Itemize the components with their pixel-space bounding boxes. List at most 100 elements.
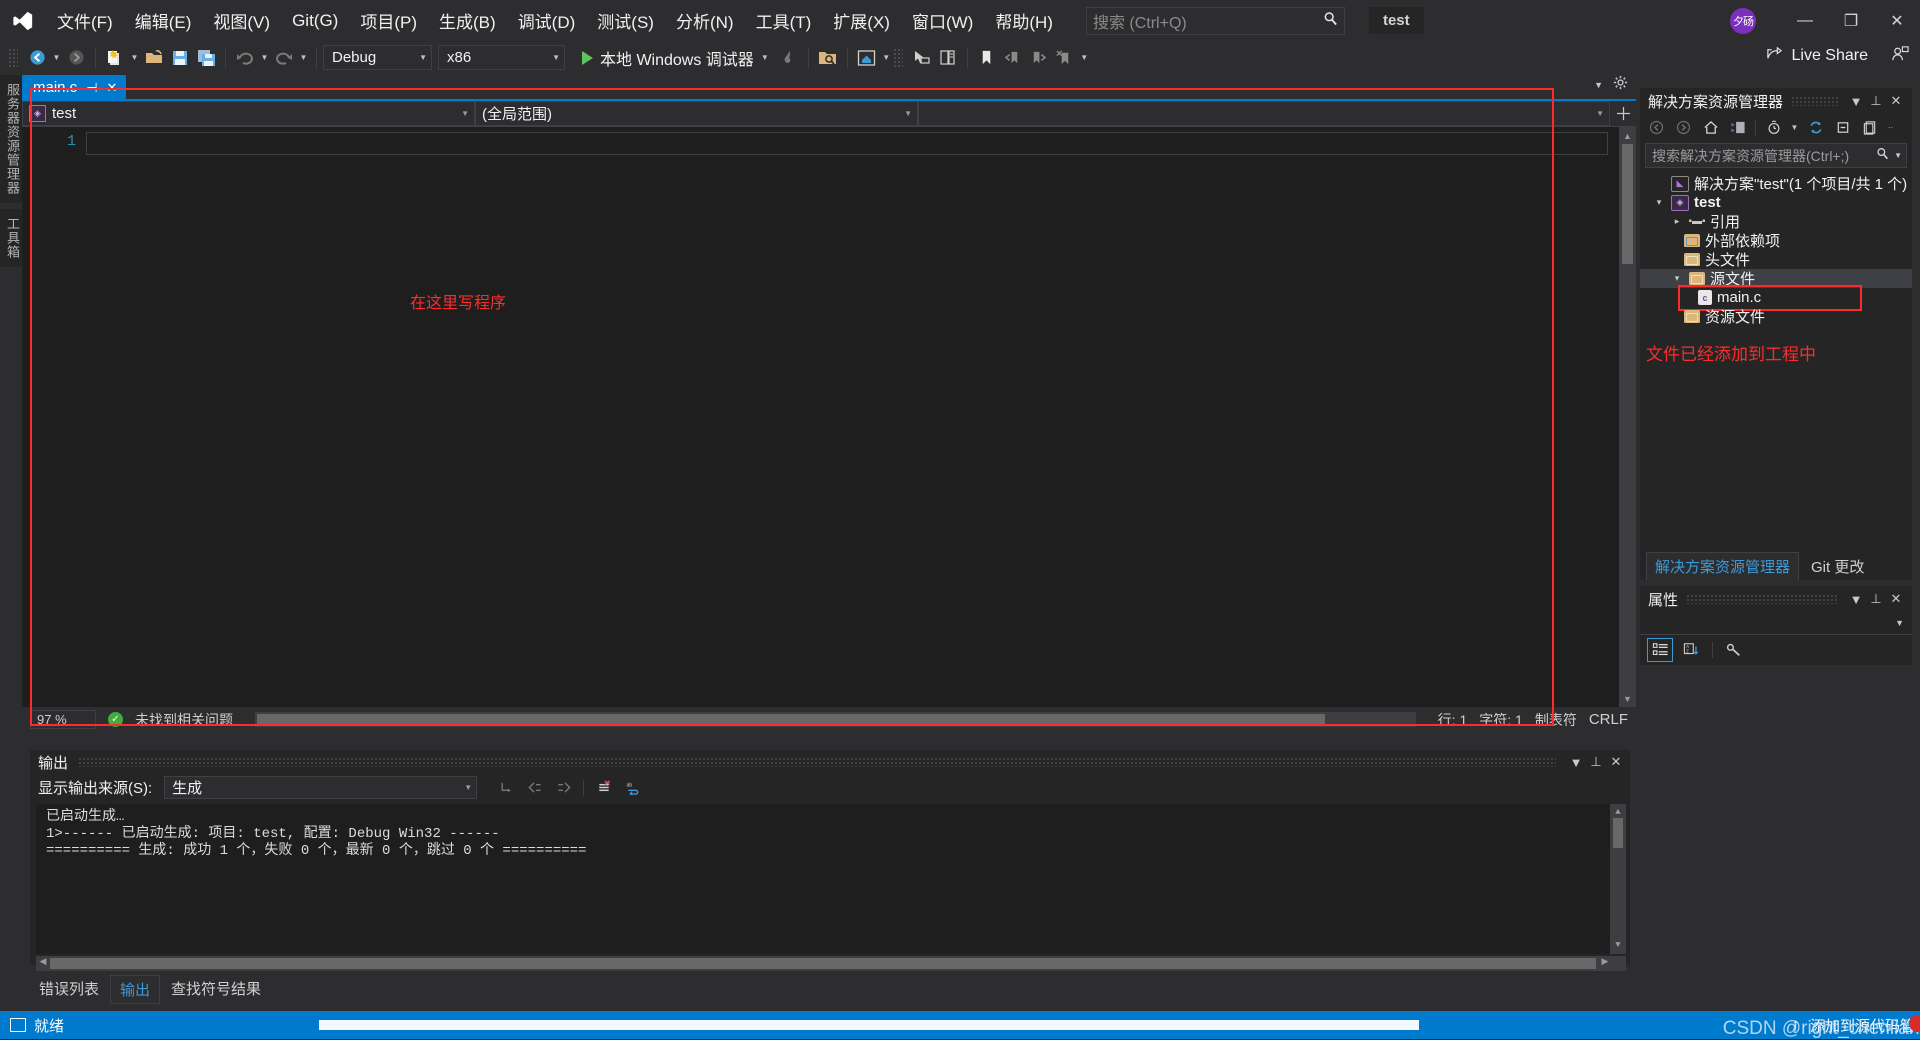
zoom-level[interactable]: 97 % [30,710,96,729]
new-file-dropdown-icon[interactable]: ▼ [128,45,141,71]
configuration-combo[interactable]: Debug ▼ [323,45,432,70]
avatar[interactable]: 夕砀 [1730,7,1756,34]
word-wrap-icon[interactable]: ab [620,776,645,799]
collapse-all-icon[interactable] [1830,116,1855,139]
tree-node-solution[interactable]: ◣ 解决方案"test"(1 个项目/共 1 个) [1640,174,1912,193]
code-text-area[interactable]: 在这里写程序 [86,127,1636,707]
close-icon[interactable]: ✕ [1886,591,1906,607]
switch-views-icon[interactable] [1725,116,1750,139]
search-folder-icon[interactable] [815,45,841,71]
minimize-button[interactable]: — [1782,4,1828,38]
pending-changes-dropdown-icon[interactable]: ▼ [1788,115,1801,141]
bottom-tab-find-symbol[interactable]: 查找符号结果 [162,975,270,1004]
twisty-icon[interactable]: ▸ [1670,216,1684,227]
scroll-right-arrow-icon[interactable]: ▶ [1598,956,1612,967]
tree-node-header-files[interactable]: 头文件 [1640,250,1912,269]
menu-test[interactable]: 测试(S) [586,3,665,38]
output-horizontal-scrollbar[interactable]: ◀ ▶ [36,956,1626,971]
panel-drag-dots[interactable] [1686,594,1838,604]
scroll-up-arrow-icon[interactable]: ▲ [1610,804,1626,818]
tree-node-external-deps[interactable]: 外部依赖项 [1640,231,1912,250]
editor-hscroll-thumb[interactable] [257,714,1325,725]
panel-menu-icon[interactable]: ▼ [1846,592,1866,607]
menu-view[interactable]: 视图(V) [202,3,281,38]
pin-icon[interactable]: ⊥ [1866,93,1886,109]
maximize-button[interactable]: ❐ [1828,4,1874,38]
tree-node-project[interactable]: ▾ ◈ test [1640,193,1912,212]
dock-tab-git-changes[interactable]: Git 更改 [1803,553,1872,580]
properties-icon[interactable] [1857,116,1882,139]
split-window-icon[interactable] [1610,101,1636,126]
menu-tools[interactable]: 工具(T) [745,3,823,38]
menu-file[interactable]: 文件(F) [46,3,124,38]
navigate-forward-icon[interactable] [63,45,89,71]
close-button[interactable]: ✕ [1874,4,1920,38]
close-icon[interactable]: ✕ [107,80,118,96]
menu-build[interactable]: 生成(B) [428,3,507,38]
search-input[interactable]: 搜索 (Ctrl+Q) [1085,6,1345,35]
menu-analyze[interactable]: 分析(N) [665,3,745,38]
navigate-back-icon[interactable] [24,45,50,71]
live-share-label[interactable]: Live Share [1792,47,1869,65]
home-icon[interactable] [1698,116,1723,139]
bottom-tab-output[interactable]: 输出 [110,975,161,1004]
property-pages-icon[interactable] [1722,639,1746,661]
navigate-back-dropdown-icon[interactable]: ▼ [50,45,63,71]
tree-node-references[interactable]: ▸ ▪▬▪ 引用 [1640,212,1912,231]
platform-combo[interactable]: x86 ▼ [438,45,565,70]
solution-explorer-search-input[interactable]: 搜索解决方案资源管理器(Ctrl+;) ▼ [1645,143,1907,168]
close-icon[interactable]: ✕ [1606,754,1626,770]
scroll-left-arrow-icon[interactable]: ◀ [36,956,50,967]
se-search-dropdown-icon[interactable]: ▼ [1889,151,1902,160]
menu-debug[interactable]: 调试(D) [507,3,587,38]
clear-all-icon[interactable] [591,776,616,799]
status-source-control[interactable]: ↑ 添加到源代码管理 CSDN @right_chenliang [1723,1014,1920,1039]
code-editing-area[interactable]: 1 在这里写程序 ▲ ▼ [22,127,1636,707]
twisty-icon[interactable]: ▾ [1652,197,1666,208]
toolbar-grip-2[interactable] [892,47,903,68]
output-scroll-thumb[interactable] [1613,818,1623,848]
scroll-down-arrow-icon[interactable]: ▼ [1619,690,1636,707]
toolbar-overflow-icon[interactable]: ▼ [1078,45,1091,71]
editor-horizontal-scrollbar[interactable] [255,712,1416,727]
pin-icon[interactable]: ⊥ [1866,591,1886,607]
bottom-tab-error-list[interactable]: 错误列表 [30,975,108,1004]
solution-home-dropdown-icon[interactable]: ▼ [880,45,893,71]
solution-home-icon[interactable] [854,45,880,71]
close-icon[interactable]: ✕ [1886,93,1906,109]
panel-drag-dots[interactable] [78,757,1556,767]
tree-node-resource-files[interactable]: 资源文件 [1640,307,1912,326]
pin-icon[interactable]: ⊥ [1586,754,1606,770]
menu-help[interactable]: 帮助(H) [984,3,1064,38]
menu-extensions[interactable]: 扩展(X) [822,3,901,38]
menu-git[interactable]: Git(G) [281,6,349,36]
editor-scroll-thumb[interactable] [1622,144,1633,264]
pending-changes-icon[interactable] [1761,116,1786,139]
pin-icon[interactable]: ⊣ [86,80,97,96]
output-vertical-scrollbar[interactable]: ▲ ▼ [1610,804,1626,954]
output-hscroll-thumb[interactable] [50,958,1596,969]
save-all-icon[interactable] [193,45,219,71]
menu-project[interactable]: 项目(P) [349,3,428,38]
scroll-down-arrow-icon[interactable]: ▼ [1610,937,1626,954]
output-text[interactable]: 已启动生成… 1>------ 已启动生成: 项目: test, 配置: Deb… [36,804,1626,954]
new-file-icon[interactable] [102,45,128,71]
nav-project-combo[interactable]: ◈ test ▼ [22,101,475,126]
nav-scope-combo[interactable]: (全局范围) ▼ [475,101,918,126]
output-source-combo[interactable]: 生成 ▼ [164,776,478,799]
twisty-icon[interactable]: ▾ [1670,273,1684,284]
live-visual-tree-icon[interactable] [935,45,961,71]
editor-tab-main-c[interactable]: main.c ⊣ ✕ [22,75,127,101]
refresh-icon[interactable] [1803,116,1828,139]
menu-edit[interactable]: 编辑(E) [124,3,203,38]
project-badge[interactable]: test [1368,7,1424,34]
panel-menu-icon[interactable]: ▼ [1846,94,1866,109]
editor-vertical-scrollbar[interactable]: ▲ [1619,127,1636,707]
menu-window[interactable]: 窗口(W) [901,3,984,38]
start-debugging-button[interactable]: 本地 Windows 调试器 ▼ [575,45,776,71]
scroll-up-arrow-icon[interactable]: ▲ [1619,127,1636,144]
live-share-user-icon[interactable] [1891,44,1910,68]
gear-icon[interactable] [1613,75,1628,95]
line-ending-mode[interactable]: CRLF [1589,711,1628,728]
select-element-icon[interactable] [909,45,935,71]
